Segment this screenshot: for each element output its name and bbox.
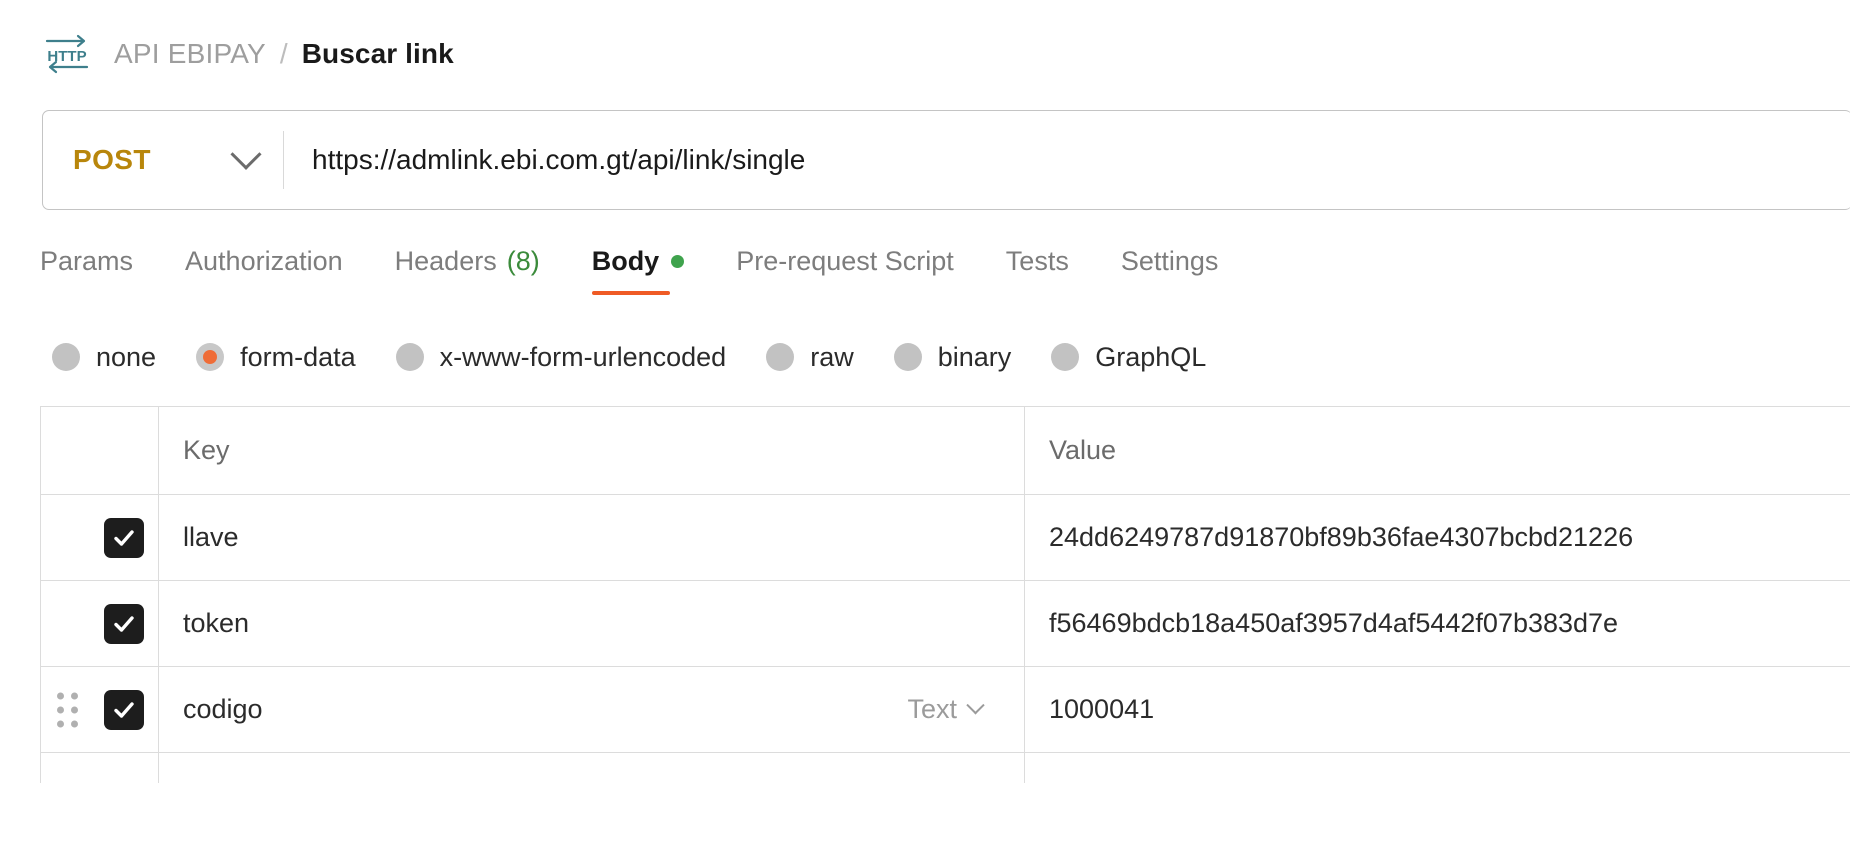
http-method-dropdown[interactable]: POST	[43, 111, 283, 209]
row-check-cell	[41, 753, 159, 783]
breadcrumb-separator: /	[279, 38, 288, 69]
tab-authorization-label: Authorization	[185, 246, 343, 276]
row-check-cell	[41, 495, 159, 580]
chevron-down-icon	[230, 138, 262, 170]
table-header-check-cell	[41, 407, 159, 494]
tab-body-label: Body	[591, 246, 660, 276]
tab-params[interactable]: Params	[40, 246, 133, 295]
body-type-none[interactable]: none	[52, 342, 156, 373]
body-type-raw[interactable]: raw	[766, 342, 854, 373]
row-value-cell[interactable]: 24dd6249787d91870bf89b36fae4307bcbd21226	[1025, 495, 1850, 580]
row-key-cell[interactable]: token	[159, 581, 1025, 666]
row-checkbox[interactable]	[104, 517, 144, 558]
row-key-text: codigo	[183, 694, 263, 724]
tab-pre-request-script-label: Pre-request Script	[736, 246, 954, 276]
table-header-row: Key Value	[41, 407, 1850, 495]
tab-settings-label: Settings	[1120, 246, 1219, 276]
row-key-text: llave	[183, 522, 239, 552]
radio-icon	[52, 343, 80, 371]
url-input[interactable]	[284, 111, 1850, 209]
table-row: llave 24dd6249787d91870bf89b36fae4307bcb…	[41, 495, 1850, 581]
tab-settings[interactable]: Settings	[1121, 246, 1219, 295]
body-modified-dot-icon	[671, 255, 685, 268]
row-value-cell[interactable]: f56469bdcb18a450af3957d4af5442f07b383d7e	[1025, 581, 1850, 666]
row-value-cell[interactable]: 1000041	[1025, 667, 1850, 752]
row-key-cell[interactable]	[159, 753, 1025, 783]
row-checkbox[interactable]	[104, 689, 144, 730]
tab-params-label: Params	[40, 246, 134, 276]
row-value-text: 1000041	[1049, 694, 1155, 724]
row-type-dropdown[interactable]: Text	[907, 694, 985, 725]
row-check-cell	[41, 581, 159, 666]
table-header-key-cell: Key	[159, 407, 1025, 494]
table-header-value-cell: Value	[1025, 407, 1850, 494]
row-value-cell[interactable]	[1025, 753, 1850, 783]
tab-authorization[interactable]: Authorization	[185, 246, 343, 295]
table-row-partial	[41, 753, 1850, 783]
form-data-table: Key Value llave 24dd6249787d91870bf89b36…	[40, 406, 1850, 783]
checkmark-icon	[114, 701, 134, 718]
row-checkbox[interactable]	[104, 603, 144, 644]
svg-text:HTTP: HTTP	[47, 48, 86, 65]
row-value-text: f56469bdcb18a450af3957d4af5442f07b383d7e	[1049, 608, 1619, 638]
row-key-text: token	[183, 608, 250, 638]
body-type-x-www-form-urlencoded[interactable]: x-www-form-urlencoded	[395, 341, 727, 373]
row-key-cell[interactable]: codigo Text	[159, 667, 1025, 752]
tab-body[interactable]: Body	[591, 246, 685, 295]
row-check-cell	[41, 667, 159, 752]
tab-headers-label: Headers	[394, 246, 497, 276]
body-type-x-www-form-urlencoded-label: x-www-form-urlencoded	[439, 341, 727, 372]
body-type-radio-group: none form-data x-www-form-urlencoded raw…	[52, 334, 1850, 380]
body-type-graphql-label: GraphQL	[1095, 341, 1207, 372]
table-row: token f56469bdcb18a450af3957d4af5442f07b…	[41, 581, 1850, 667]
body-type-form-data-label: form-data	[240, 341, 356, 372]
checkmark-icon	[114, 529, 134, 546]
request-url-bar: POST	[42, 110, 1850, 210]
column-header-value: Value	[1049, 435, 1117, 465]
tab-tests[interactable]: Tests	[1006, 246, 1069, 295]
tab-headers-count: (8)	[506, 246, 540, 276]
checkmark-icon	[114, 615, 134, 632]
radio-icon	[395, 343, 424, 371]
http-protocol-icon: HTTP	[45, 34, 89, 74]
table-row: codigo Text 1000041	[41, 667, 1850, 753]
tab-headers[interactable]: Headers (8)	[395, 246, 540, 295]
tab-tests-label: Tests	[1005, 246, 1069, 276]
body-type-none-label: none	[96, 341, 157, 372]
tab-pre-request-script[interactable]: Pre-request Script	[736, 246, 954, 295]
radio-icon	[1051, 343, 1080, 371]
http-method-label: POST	[73, 144, 151, 175]
row-key-cell[interactable]: llave	[159, 495, 1025, 580]
chevron-down-icon	[966, 696, 985, 715]
body-type-form-data[interactable]: form-data	[196, 342, 356, 373]
body-type-raw-label: raw	[810, 341, 854, 372]
request-tabs: Params Authorization Headers (8) Body Pr…	[40, 246, 1850, 308]
body-type-graphql[interactable]: GraphQL	[1051, 342, 1206, 373]
radio-icon	[766, 343, 795, 371]
row-type-label: Text	[907, 694, 957, 724]
row-value-text: 24dd6249787d91870bf89b36fae4307bcbd21226	[1049, 522, 1634, 552]
page-title: Buscar link	[301, 38, 454, 69]
breadcrumb: HTTP API EBIPAY / Buscar link	[0, 0, 1850, 86]
radio-icon	[893, 343, 922, 371]
body-type-binary-label: binary	[937, 341, 1012, 372]
breadcrumb-parent[interactable]: API EBIPAY	[114, 38, 266, 70]
body-type-binary[interactable]: binary	[893, 341, 1012, 373]
column-header-key: Key	[183, 435, 230, 465]
radio-selected-icon	[196, 343, 225, 371]
drag-handle-icon[interactable]	[57, 692, 78, 727]
